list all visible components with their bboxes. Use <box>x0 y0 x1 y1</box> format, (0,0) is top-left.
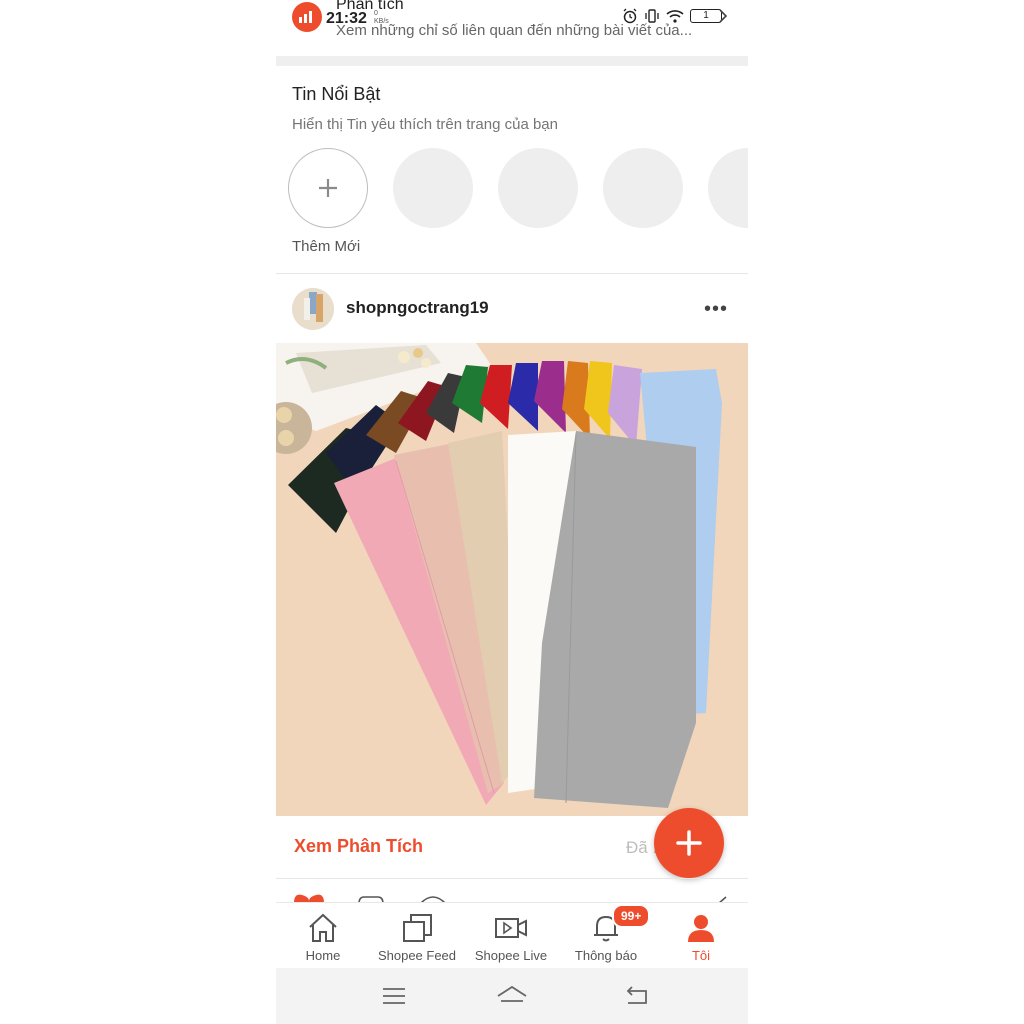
nav-feed-label: Shopee Feed <box>377 948 457 963</box>
battery-level: 1 <box>703 10 709 21</box>
post-image[interactable] <box>276 343 748 816</box>
home-icon <box>309 913 337 942</box>
highlights-subtitle: Hiển thị Tin yêu thích trên trang của bạ… <box>292 116 558 133</box>
phone-screen: Phân tích 21:32 0 KB/s Xem những chỉ số l… <box>276 0 748 1024</box>
highlights-title: Tin Nổi Bật <box>292 84 381 104</box>
chevron-right-icon <box>719 9 728 23</box>
analytics-icon <box>292 2 322 32</box>
nav-shopee-live[interactable]: Shopee Live <box>464 911 558 963</box>
view-analysis-link[interactable]: Xem Phân Tích <box>294 836 423 857</box>
section-divider <box>276 56 748 66</box>
home-button-icon[interactable] <box>496 984 528 1006</box>
analytics-subtitle: Xem những chỉ số liên quan đến những bài… <box>336 22 693 39</box>
post-username[interactable]: shopngoctrang19 <box>346 298 489 318</box>
divider <box>276 878 748 879</box>
create-post-button[interactable] <box>654 808 724 878</box>
highlight-placeholder <box>498 148 578 228</box>
nav-home[interactable]: Home <box>276 911 370 963</box>
highlight-placeholder <box>603 148 683 228</box>
notification-badge: 99+ <box>612 904 651 928</box>
add-highlight-button[interactable] <box>288 148 368 228</box>
menu-icon[interactable] <box>382 986 406 1006</box>
divider <box>276 273 748 274</box>
avatar[interactable] <box>292 288 334 330</box>
plus-icon <box>319 179 337 197</box>
more-options-icon[interactable]: ••• <box>704 298 728 321</box>
add-highlight-label: Thêm Mới <box>292 238 361 255</box>
live-icon <box>495 918 527 938</box>
analytics-header[interactable]: Phân tích 21:32 0 KB/s Xem những chỉ số l… <box>276 0 748 56</box>
plus-icon <box>676 830 702 856</box>
system-nav-bar <box>276 968 748 1024</box>
wifi-icon <box>666 10 684 23</box>
feed-icon <box>403 914 432 942</box>
user-icon <box>688 915 714 942</box>
highlight-placeholder <box>708 148 748 228</box>
nav-live-label: Shopee Live <box>474 948 548 963</box>
status-icons: 1 <box>622 8 722 24</box>
bottom-nav: Home Shopee Feed Shopee Live Thông báo T… <box>276 902 748 969</box>
nav-notifications-label: Thông báo <box>574 948 638 963</box>
nav-home-label: Home <box>305 948 341 963</box>
highlight-placeholder <box>393 148 473 228</box>
back-icon[interactable] <box>624 985 650 1007</box>
alarm-icon <box>623 8 637 24</box>
nav-me-label: Tôi <box>691 948 711 963</box>
nav-me[interactable]: Tôi <box>654 911 748 963</box>
nav-shopee-feed[interactable]: Shopee Feed <box>370 911 464 963</box>
vibrate-icon <box>645 9 659 23</box>
